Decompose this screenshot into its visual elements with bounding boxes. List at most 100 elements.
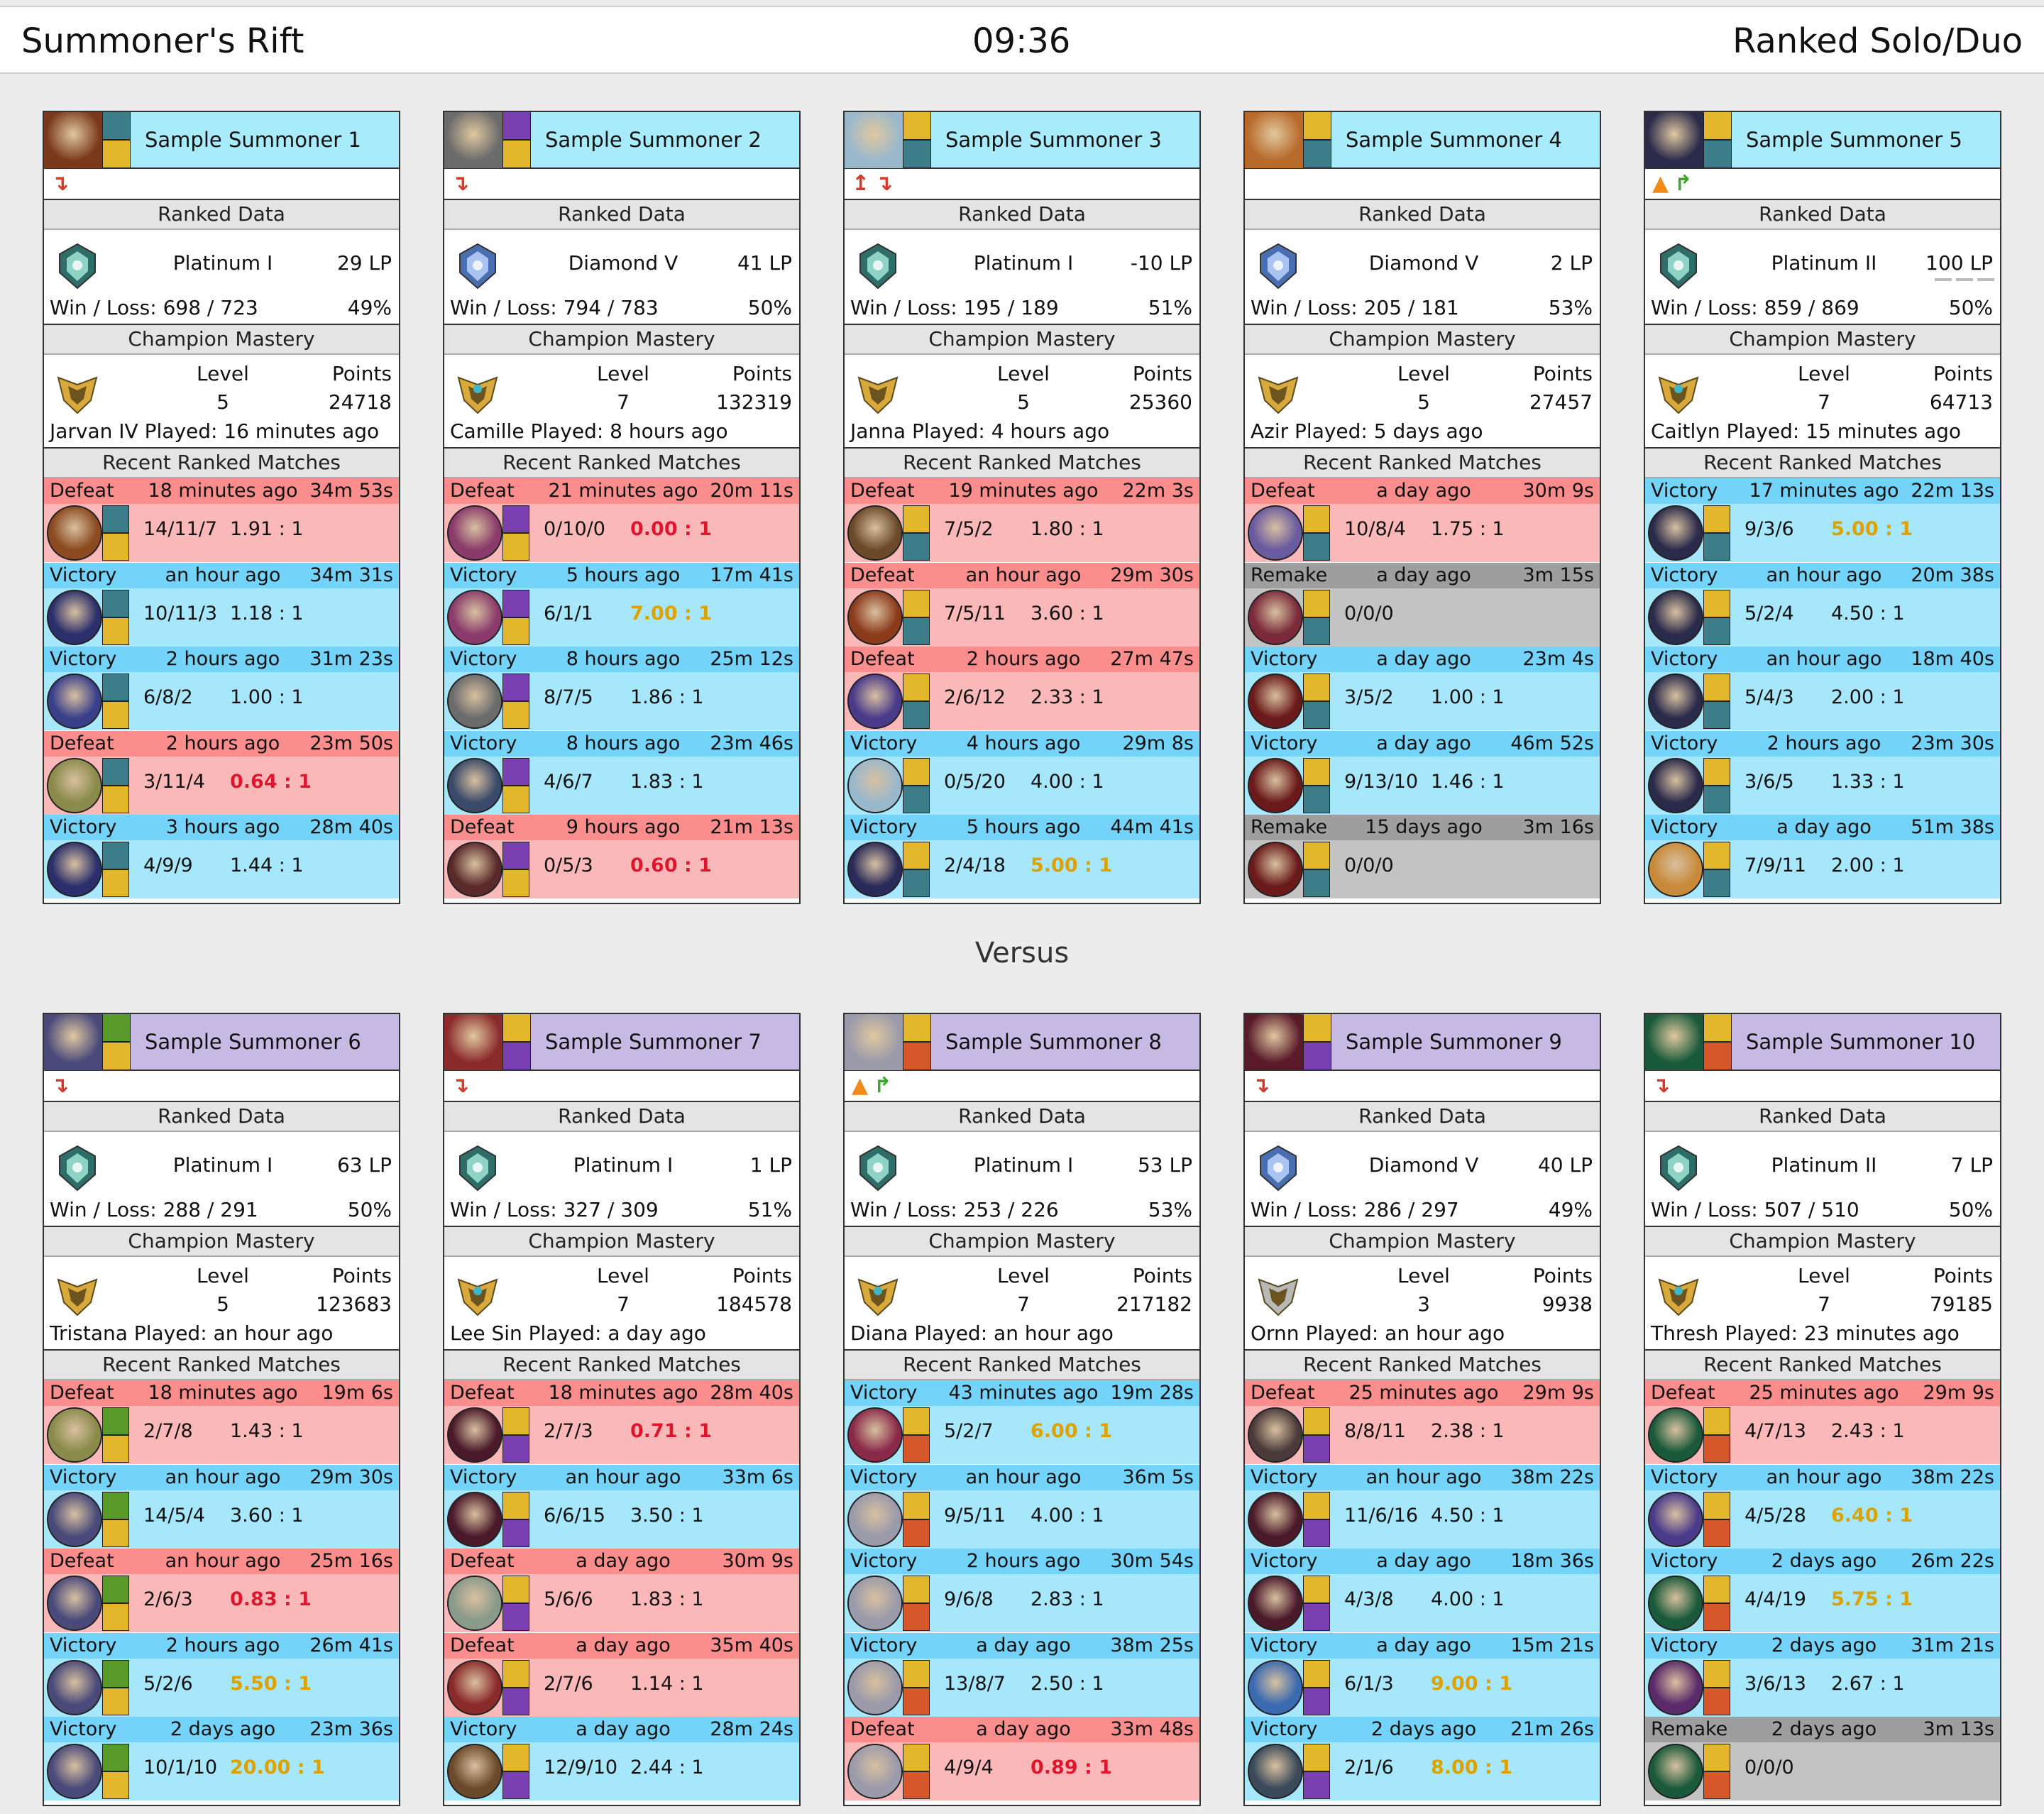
summoner-header[interactable]: Sample Summoner 6 (44, 1014, 399, 1071)
summoner-header[interactable]: Sample Summoner 10 (1645, 1014, 2000, 1071)
match-row[interactable]: Defeat 9 hours ago 21m 13s 0/5/3 0.60 : 1 (444, 815, 799, 899)
summoner-header[interactable]: Sample Summoner 8 (845, 1014, 1199, 1071)
match-row[interactable]: Victory an hour ago 18m 40s 5/4/3 2.00 : 1 (1645, 647, 2000, 731)
match-row[interactable]: Defeat a day ago 35m 40s 2/7/6 1.14 : 1 (444, 1632, 799, 1717)
match-spells (1303, 757, 1330, 813)
match-row[interactable]: Defeat 19 minutes ago 22m 3s 7/5/2 1.80 : 1 (845, 478, 1199, 563)
match-row[interactable]: Victory a day ago 15m 21s 6/1/3 9.00 : 1 (1245, 1632, 1600, 1717)
summoner-name[interactable]: Sample Summoner 6 (145, 1030, 361, 1054)
summoner-name[interactable]: Sample Summoner 3 (945, 128, 1162, 152)
summoner-name[interactable]: Sample Summoner 8 (945, 1030, 1162, 1054)
summoner-name[interactable]: Sample Summoner 7 (545, 1030, 762, 1054)
summoner-name[interactable]: Sample Summoner 9 (1346, 1030, 1562, 1054)
match-row[interactable]: Victory a day ago 46m 52s 9/13/10 1.46 : 1 (1245, 730, 1600, 815)
match-header: Victory an hour ago 29m 30s (44, 1464, 399, 1490)
ranked-data: Platinum I 1 LP Win / Loss: 327 / 309 51% (444, 1132, 799, 1227)
summoner-header[interactable]: Sample Summoner 1 (44, 112, 399, 169)
summoner-name[interactable]: Sample Summoner 2 (545, 128, 762, 152)
match-row[interactable]: Defeat a day ago 33m 48s 4/9/4 0.89 : 1 (845, 1717, 1199, 1801)
match-row[interactable]: Victory 4 hours ago 29m 8s 0/5/20 4.00 : 1 (845, 730, 1199, 815)
status-flags: ↴ (1645, 1071, 2000, 1102)
recent-matches-heading: Recent Ranked Matches (444, 1351, 799, 1380)
match-row[interactable]: Victory an hour ago 38m 22s 4/5/28 6.40 : 1 (1645, 1464, 2000, 1549)
match-kda: 5/2/7 (944, 1420, 994, 1442)
summoner-name[interactable]: Sample Summoner 5 (1746, 128, 1962, 152)
match-row[interactable]: Victory an hour ago 20m 38s 5/2/4 4.50 : 1 (1645, 562, 2000, 647)
summoner-name[interactable]: Sample Summoner 4 (1346, 128, 1562, 152)
match-row[interactable]: Victory a day ago 18m 36s 4/3/8 4.00 : 1 (1245, 1549, 1600, 1633)
match-row[interactable]: Defeat 21 minutes ago 20m 11s 0/10/0 0.00 : … (444, 478, 799, 563)
loss-streak-icon: ↴ (875, 171, 894, 196)
match-row[interactable]: Victory a day ago 38m 25s 13/8/7 2.50 : 1 (845, 1632, 1199, 1717)
summoner-header[interactable]: Sample Summoner 3 (845, 112, 1199, 169)
match-header: Defeat an hour ago 29m 30s (845, 562, 1199, 588)
ranked-data-heading: Ranked Data (44, 1102, 399, 1132)
match-body: 6/1/1 7.00 : 1 (444, 588, 799, 647)
match-champion-icon (1248, 1744, 1303, 1799)
match-row[interactable]: Defeat 2 hours ago 23m 50s 3/11/4 0.64 : 1 (44, 730, 399, 815)
ranked-data: Diamond V 2 LP Win / Loss: 205 / 181 53% (1245, 230, 1600, 325)
match-row[interactable]: Remake a day ago 3m 15s 0/0/0 (1245, 562, 1600, 647)
match-row[interactable]: Defeat an hour ago 29m 30s 7/5/11 3.60 : 1 (845, 562, 1199, 647)
spell-icon (102, 1042, 131, 1070)
match-duration: 23m 50s (309, 732, 393, 754)
match-row[interactable]: Victory 5 hours ago 44m 41s 2/4/18 5.00 : 1 (845, 815, 1199, 899)
win-rate: 51% (1148, 296, 1192, 319)
spell-icon (903, 1491, 930, 1519)
match-row[interactable]: Defeat an hour ago 25m 16s 2/6/3 0.83 : 1 (44, 1549, 399, 1633)
match-row[interactable]: Defeat 25 minutes ago 29m 9s 8/8/11 2.38 : 1 (1245, 1380, 1600, 1465)
versus-label: Versus (974, 937, 1070, 969)
match-row[interactable]: Victory a day ago 51m 38s 7/9/11 2.00 : 1 (1645, 815, 2000, 899)
spell-icon (1703, 701, 1730, 729)
match-row[interactable]: Victory 3 hours ago 28m 40s 4/9/9 1.44 : 1 (44, 815, 399, 899)
match-header: Victory 4 hours ago 29m 8s (845, 730, 1199, 757)
match-row[interactable]: Victory 5 hours ago 17m 41s 6/1/1 7.00 : 1 (444, 562, 799, 647)
match-row[interactable]: Victory an hour ago 33m 6s 6/6/15 3.50 : 1 (444, 1464, 799, 1549)
summoner-name[interactable]: Sample Summoner 1 (145, 128, 361, 152)
match-row[interactable]: Victory 2 hours ago 23m 30s 3/6/5 1.33 : 1 (1645, 730, 2000, 815)
match-row[interactable]: Defeat 25 minutes ago 29m 9s 4/7/13 2.43 : 1 (1645, 1380, 2000, 1465)
match-row[interactable]: Victory 2 days ago 21m 26s 2/1/6 8.00 : 1 (1245, 1717, 1600, 1801)
match-row[interactable]: Victory a day ago 23m 4s 3/5/2 1.00 : 1 (1245, 647, 1600, 731)
match-row[interactable]: Victory 2 days ago 23m 36s 10/1/10 20.00 : 1 (44, 1717, 399, 1801)
match-row[interactable]: Defeat a day ago 30m 9s 5/6/6 1.83 : 1 (444, 1549, 799, 1633)
match-duration: 30m 54s (1110, 1550, 1194, 1572)
summoner-header[interactable]: Sample Summoner 2 (444, 112, 799, 169)
spell-icon (903, 1744, 930, 1771)
match-row[interactable]: Victory 2 days ago 26m 22s 4/4/19 5.75 : 1 (1645, 1549, 2000, 1633)
match-row[interactable]: Victory an hour ago 34m 31s 10/11/3 1.18 : 1 (44, 562, 399, 647)
match-row[interactable]: Victory 17 minutes ago 22m 13s 9/3/6 5.00 : … (1645, 478, 2000, 563)
match-row[interactable]: Victory an hour ago 38m 22s 11/6/16 4.50 : 1 (1245, 1464, 1600, 1549)
match-row[interactable]: Victory 2 days ago 31m 21s 3/6/13 2.67 : 1 (1645, 1632, 2000, 1717)
match-row[interactable]: Remake 2 days ago 3m 13s 0/0/0 (1645, 1717, 2000, 1801)
match-row[interactable]: Defeat 18 minutes ago 28m 40s 2/7/3 0.71 : 1 (444, 1380, 799, 1465)
match-row[interactable]: Victory 8 hours ago 23m 46s 4/6/7 1.83 : 1 (444, 730, 799, 815)
match-row[interactable]: Victory 8 hours ago 25m 12s 8/7/5 1.86 : 1 (444, 647, 799, 731)
summoner-header[interactable]: Sample Summoner 9 (1245, 1014, 1600, 1071)
summoner-name[interactable]: Sample Summoner 10 (1746, 1030, 1975, 1054)
match-duration: 51m 38s (1911, 816, 1994, 838)
match-row[interactable]: Defeat 18 minutes ago 19m 6s 2/7/8 1.43 : 1 (44, 1380, 399, 1465)
match-row[interactable]: Defeat a day ago 30m 9s 10/8/4 1.75 : 1 (1245, 478, 1600, 563)
summoner-card: Sample Summoner 4 Ranked Data Diamond V 2 L… (1243, 111, 1601, 904)
match-kda-ratio: 0.64 : 1 (230, 770, 312, 793)
match-row[interactable]: Victory a day ago 28m 24s 12/9/10 2.44 : 1 (444, 1717, 799, 1801)
match-row[interactable]: Defeat 2 hours ago 27m 47s 2/6/12 2.33 : 1 (845, 647, 1199, 731)
match-row[interactable]: Victory an hour ago 29m 30s 14/5/4 3.60 : 1 (44, 1464, 399, 1549)
spell-icon (1703, 1687, 1730, 1715)
match-kda: 13/8/7 (944, 1672, 1006, 1695)
summoner-header[interactable]: Sample Summoner 4 (1245, 112, 1600, 169)
match-row[interactable]: Remake 15 days ago 3m 16s 0/0/0 (1245, 815, 1600, 899)
match-row[interactable]: Victory an hour ago 36m 5s 9/5/11 4.00 : 1 (845, 1464, 1199, 1549)
match-row[interactable]: Victory 43 minutes ago 19m 28s 5/2/7 6.00 : … (845, 1380, 1199, 1465)
match-row[interactable]: Victory 2 hours ago 31m 23s 6/8/2 1.00 : 1 (44, 647, 399, 731)
match-row[interactable]: Victory 2 hours ago 30m 54s 9/6/8 2.83 : 1 (845, 1549, 1199, 1633)
ranked-data: Diamond V 41 LP Win / Loss: 794 / 783 50% (444, 230, 799, 325)
match-row[interactable]: Defeat 18 minutes ago 34m 53s 14/11/7 1.91 :… (44, 478, 399, 563)
match-champion-icon (847, 674, 903, 729)
match-champion-icon (847, 1659, 903, 1715)
summoner-header[interactable]: Sample Summoner 5 (1645, 112, 2000, 169)
match-row[interactable]: Victory 2 hours ago 26m 41s 5/2/6 5.50 : 1 (44, 1632, 399, 1717)
summoner-header[interactable]: Sample Summoner 7 (444, 1014, 799, 1071)
match-spells (903, 589, 930, 645)
